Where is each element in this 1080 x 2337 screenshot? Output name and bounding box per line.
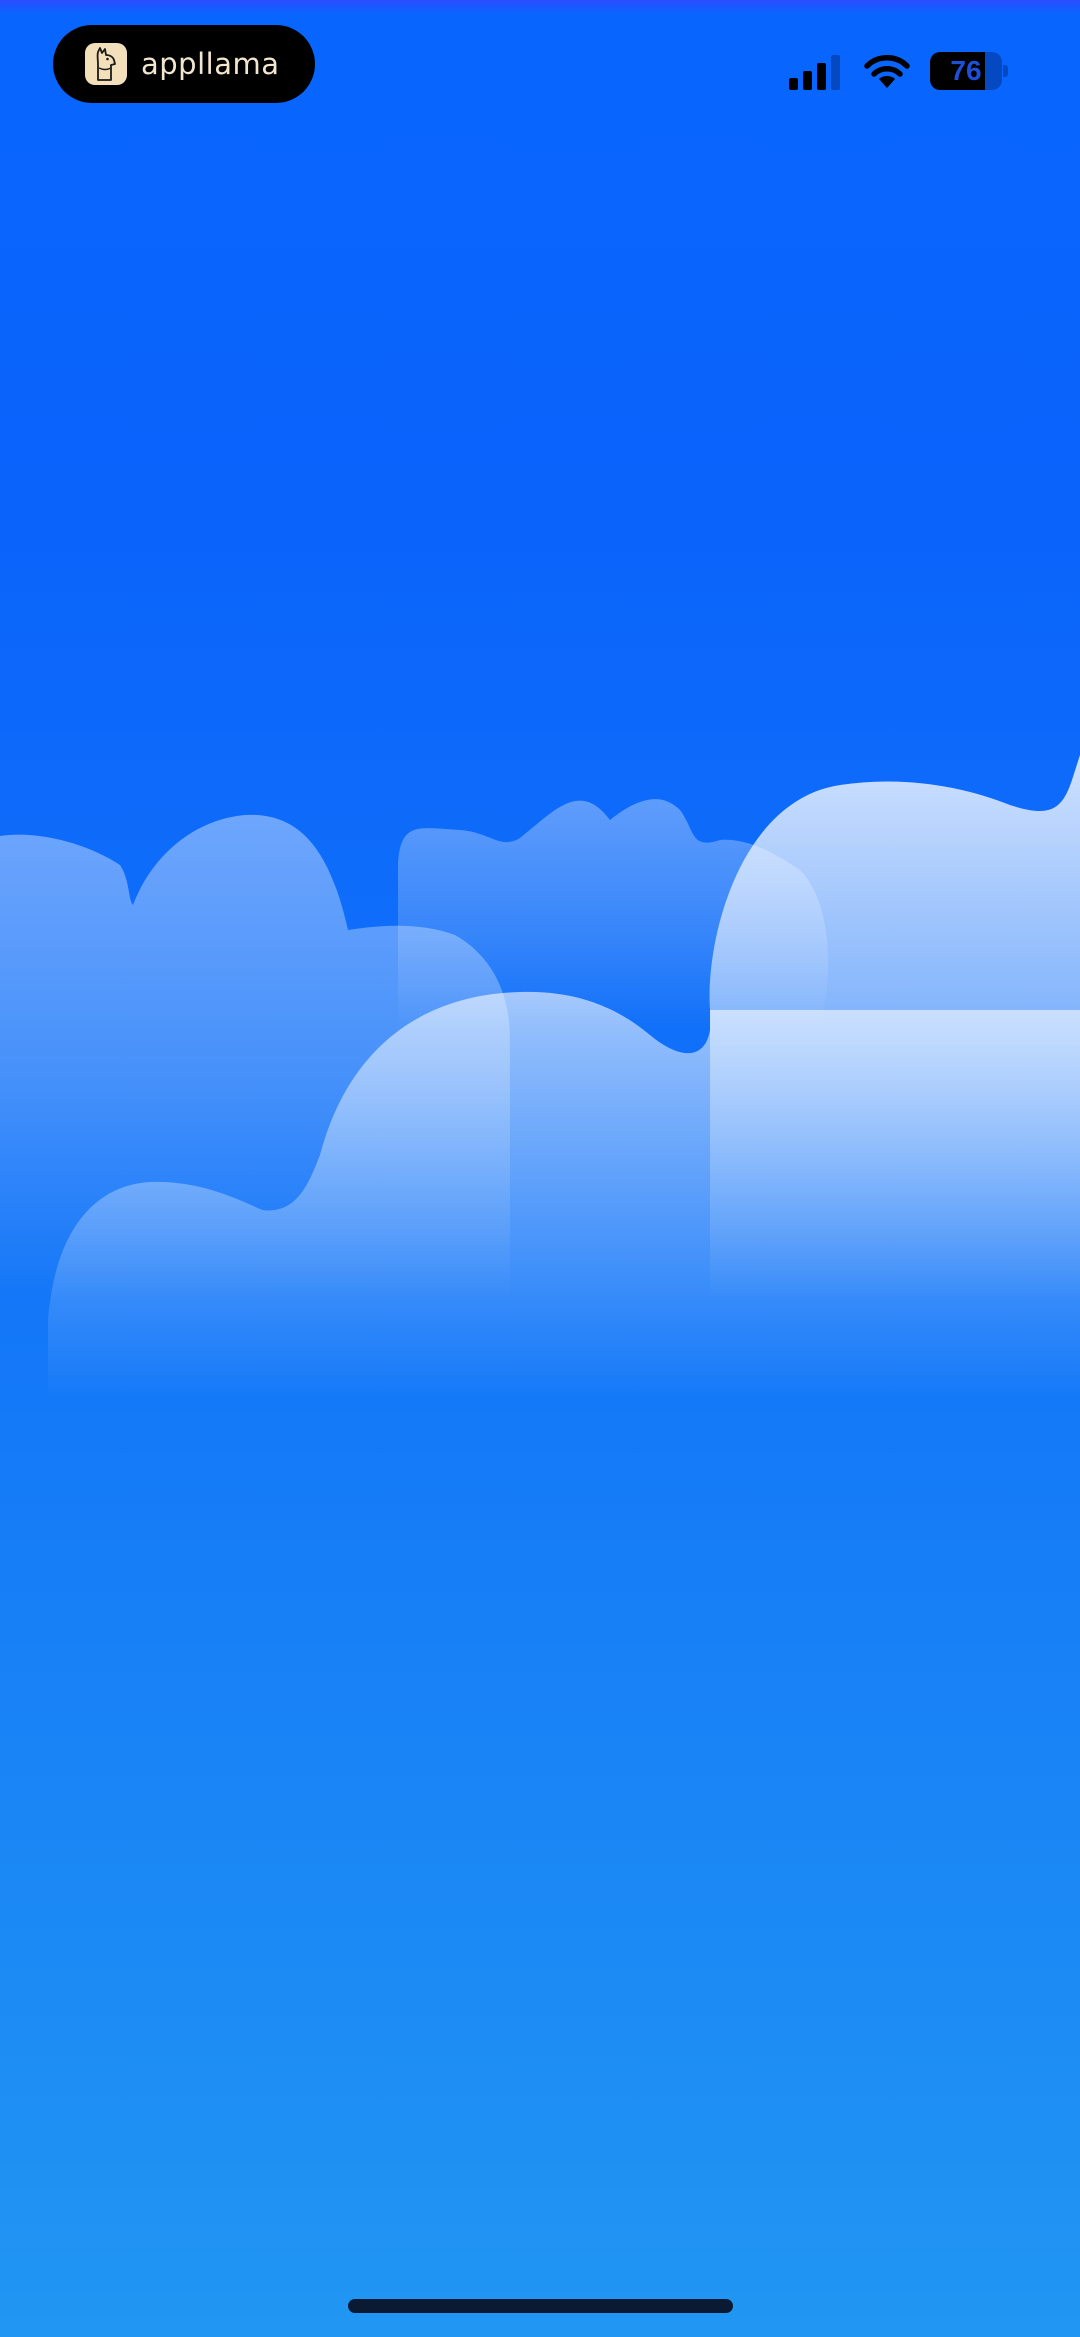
battery-indicator: 76 — [930, 52, 1008, 90]
clouds-illustration — [0, 755, 1080, 1400]
battery-level-text: 76 — [950, 55, 982, 86]
status-bar: appllama 76 — [0, 0, 1080, 130]
llama-icon — [85, 43, 127, 85]
brand-name: appllama — [141, 47, 280, 81]
cellular-signal-icon — [789, 55, 840, 90]
app-badge[interactable]: appllama — [53, 25, 315, 103]
battery-tip — [1003, 65, 1008, 77]
home-indicator[interactable] — [348, 2299, 733, 2313]
wifi-icon — [864, 55, 910, 88]
battery-body: 76 — [930, 52, 1002, 90]
splash-screen: appllama 76 — [0, 0, 1080, 2337]
